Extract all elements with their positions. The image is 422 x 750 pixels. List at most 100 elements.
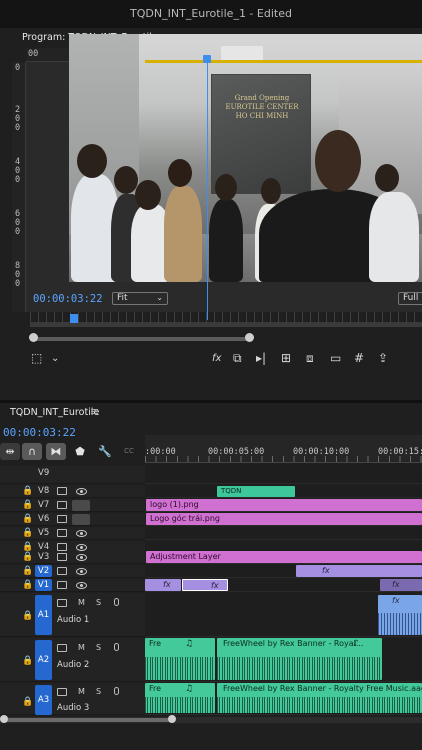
- clip-v2[interactable]: fx: [296, 565, 422, 577]
- eye-off-icon[interactable]: [72, 514, 90, 525]
- scroll-handle-right[interactable]: [168, 715, 176, 723]
- film-icon[interactable]: [57, 553, 67, 561]
- lock-icon[interactable]: 🔒: [22, 566, 33, 576]
- film-icon[interactable]: [57, 515, 67, 523]
- scroll-handle-left[interactable]: [29, 333, 38, 342]
- clip-v1-b[interactable]: fx: [380, 579, 422, 591]
- resolution-select[interactable]: Full: [398, 292, 422, 305]
- lock-icon[interactable]: 🔒: [22, 486, 33, 496]
- track-header: 🔒 V3: [0, 551, 145, 564]
- monitor-time-ruler[interactable]: [30, 312, 422, 322]
- chevron-down-icon[interactable]: ⌄: [51, 353, 59, 364]
- audio-clip-a3-long[interactable]: FreeWheel by Rex Banner - Royalty Free M…: [217, 683, 422, 713]
- video-person: [369, 192, 419, 282]
- lock-icon[interactable]: 🔒: [22, 552, 33, 562]
- eye-icon[interactable]: [76, 554, 87, 561]
- clip-tqdn[interactable]: TQDN: [217, 486, 295, 497]
- marker-in-out-icon[interactable]: ⬚: [31, 351, 42, 365]
- nest-icon[interactable]: ⇹: [0, 443, 20, 460]
- track-header: 🔒 A1 M S Audio 1: [0, 593, 145, 637]
- extract-icon[interactable]: ▸|: [256, 351, 266, 365]
- eye-icon[interactable]: [76, 488, 87, 495]
- solo-button[interactable]: S: [96, 598, 101, 607]
- hamburger-icon[interactable]: ≡: [90, 405, 99, 418]
- timeline-ruler[interactable]: :00:00 00:00:05:00 00:00:10:00 00:00:15:…: [145, 435, 422, 463]
- audio-clip-a2-long[interactable]: FreeWheel by Rex Banner - Royal... ♪: [217, 638, 382, 680]
- work-area-bar[interactable]: [145, 60, 422, 63]
- track-target-a2[interactable]: A2: [35, 640, 52, 680]
- safe-margins-icon[interactable]: ▭: [330, 351, 341, 365]
- sync-lock-icon[interactable]: [57, 688, 67, 696]
- lock-icon[interactable]: 🔒: [22, 514, 33, 524]
- lock-icon[interactable]: 🔒: [22, 528, 33, 538]
- linked-selection-icon[interactable]: ⧓: [46, 443, 66, 460]
- add-marker-icon[interactable]: ⬟: [70, 443, 90, 460]
- microphone-icon[interactable]: [114, 687, 119, 695]
- audio-clip-a2-short[interactable]: Fre ♫: [145, 638, 215, 680]
- film-icon[interactable]: [57, 487, 67, 495]
- clip-v1-selected[interactable]: fx: [182, 579, 228, 591]
- timeline-horizontal-scrollbar[interactable]: [0, 717, 422, 723]
- audio-clip-a3-short[interactable]: Fre ♫: [145, 683, 215, 713]
- eye-icon[interactable]: [76, 530, 87, 537]
- fx-icon[interactable]: fx: [212, 353, 221, 364]
- film-icon[interactable]: [57, 581, 67, 589]
- microphone-icon[interactable]: [114, 643, 119, 651]
- clip-logo-goc-trai[interactable]: Logo góc trái.png: [146, 513, 422, 525]
- program-video-frame[interactable]: Grand Opening EUROTILE CENTER HO CHI MIN…: [69, 34, 422, 282]
- microphone-icon[interactable]: [114, 598, 119, 606]
- monitor-time-bar[interactable]: [30, 322, 422, 327]
- eye-off-icon[interactable]: [72, 500, 90, 511]
- zoom-select[interactable]: Fit ⌄: [112, 292, 168, 305]
- track-target-v1[interactable]: V1: [35, 579, 52, 591]
- mute-button[interactable]: M: [78, 687, 85, 696]
- sync-lock-icon[interactable]: [57, 644, 67, 652]
- scroll-handle-right[interactable]: [245, 333, 254, 342]
- track-header: 🔒 A3 M S Audio 3: [0, 683, 145, 715]
- clip-adjustment-layer[interactable]: Adjustment Layer: [146, 551, 422, 563]
- mute-button[interactable]: M: [78, 598, 85, 607]
- film-icon[interactable]: [57, 529, 67, 537]
- mute-button[interactable]: M: [78, 643, 85, 652]
- wrench-icon[interactable]: 🔧: [95, 443, 115, 460]
- eye-icon[interactable]: [76, 544, 87, 551]
- track-target-a3[interactable]: A3: [35, 685, 52, 715]
- track-lane[interactable]: [145, 527, 422, 540]
- lock-icon[interactable]: 🔒: [22, 697, 33, 707]
- film-icon[interactable]: [57, 501, 67, 509]
- snap-icon[interactable]: ∩: [22, 443, 42, 460]
- insert-icon[interactable]: ⧈: [306, 351, 314, 366]
- grid-icon[interactable]: #: [354, 351, 364, 365]
- eye-icon[interactable]: [76, 568, 87, 575]
- export-frame-icon[interactable]: ⇪: [378, 351, 388, 365]
- solo-button[interactable]: S: [96, 687, 101, 696]
- lock-icon[interactable]: 🔒: [22, 500, 33, 510]
- monitor-zoom-scrollbar[interactable]: [33, 337, 249, 341]
- track-target-a1[interactable]: A1: [35, 595, 52, 635]
- sync-lock-icon[interactable]: [57, 599, 67, 607]
- captions-icon[interactable]: CC: [119, 443, 139, 460]
- lock-icon[interactable]: 🔒: [22, 580, 33, 590]
- audio-clip-a1[interactable]: fx: [378, 595, 422, 635]
- scroll-handle-left[interactable]: [0, 715, 8, 723]
- lock-icon[interactable]: 🔒: [22, 656, 33, 666]
- lift-icon[interactable]: ⧉: [233, 351, 242, 366]
- compare-icon[interactable]: ⊞: [281, 351, 291, 365]
- timeline-timecode[interactable]: 00:00:03:22: [3, 426, 76, 439]
- timeline-tab[interactable]: TQDN_INT_Eurotile: [10, 407, 99, 418]
- program-timecode[interactable]: 00:00:03:22: [33, 293, 103, 305]
- video-person: [114, 166, 138, 194]
- lock-icon[interactable]: 🔒: [22, 611, 33, 621]
- solo-button[interactable]: S: [96, 643, 101, 652]
- track-v6: 🔒 V6 Logo góc trái.png: [0, 513, 422, 526]
- track-target-v2[interactable]: V2: [35, 565, 52, 577]
- track-lane[interactable]: [145, 466, 422, 484]
- music-note-icon: ♪: [353, 639, 359, 649]
- monitor-playhead[interactable]: [70, 314, 78, 323]
- eye-icon[interactable]: [76, 582, 87, 589]
- clip-logo-1[interactable]: logo (1).png: [146, 499, 422, 511]
- film-icon[interactable]: [57, 543, 67, 551]
- film-icon[interactable]: [57, 567, 67, 575]
- scrollbar-thumb[interactable]: [3, 718, 173, 722]
- clip-v1-a[interactable]: fx: [145, 579, 181, 591]
